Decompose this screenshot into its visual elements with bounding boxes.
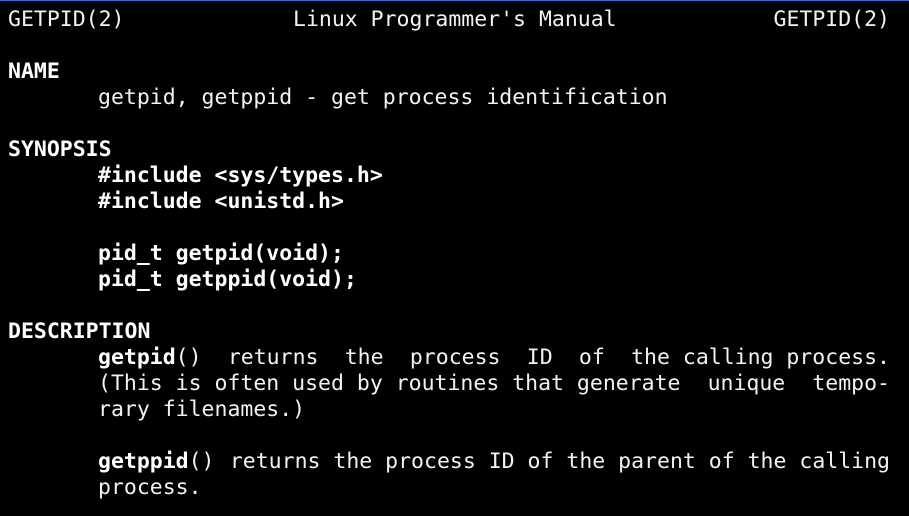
text-segment: returns the process ID of the parent of … bbox=[229, 449, 890, 474]
name-text: getpid, getppid - get process identifica… bbox=[98, 85, 668, 110]
synopsis-include-unistd: #include <unistd.h> bbox=[98, 189, 344, 214]
word: process bbox=[409, 345, 501, 370]
manpage-header-right: GETPID(2) bbox=[773, 7, 891, 32]
text-segment: unique bbox=[707, 371, 786, 396]
word: of bbox=[578, 345, 605, 370]
section-heading-description: DESCRIPTION bbox=[8, 319, 151, 344]
synopsis-proto-getpid: pid_t getpid(void); bbox=[98, 241, 344, 266]
synopsis-proto-getppid: pid_t getppid(void); bbox=[98, 267, 357, 292]
func-name-getppid: getppid bbox=[98, 449, 189, 474]
text-segment: tempo- bbox=[812, 371, 890, 396]
text-segment: (This is often used by routines that gen… bbox=[98, 371, 681, 396]
func-name-getpid: getpid bbox=[98, 345, 176, 370]
word: returns bbox=[227, 345, 319, 370]
manpage-header-left: GETPID(2) bbox=[8, 7, 125, 32]
func-name-getppid-group: getppid() bbox=[98, 449, 215, 475]
func-name-getpid-group: getpid() bbox=[98, 345, 202, 371]
parens: () bbox=[175, 345, 202, 370]
description-p2-line1: getppid() returns the process ID of the … bbox=[98, 449, 890, 475]
description-p1-line1: getpid() returns the process ID of the c… bbox=[98, 345, 890, 371]
word: the calling process. bbox=[631, 345, 890, 370]
section-heading-name: NAME bbox=[8, 59, 60, 84]
parens: () bbox=[188, 449, 215, 474]
section-heading-synopsis: SYNOPSIS bbox=[8, 137, 112, 162]
description-p1-line2: (This is often used by routines that gen… bbox=[98, 371, 890, 397]
synopsis-include-sys-types: #include <sys/types.h> bbox=[98, 163, 383, 188]
word: ID bbox=[526, 345, 553, 370]
description-p2-line2: process. bbox=[98, 475, 202, 500]
description-p1-line3: rary filenames.) bbox=[98, 397, 306, 422]
manpage-header-center: Linux Programmer's Manual bbox=[293, 7, 617, 32]
word: the bbox=[344, 345, 384, 370]
